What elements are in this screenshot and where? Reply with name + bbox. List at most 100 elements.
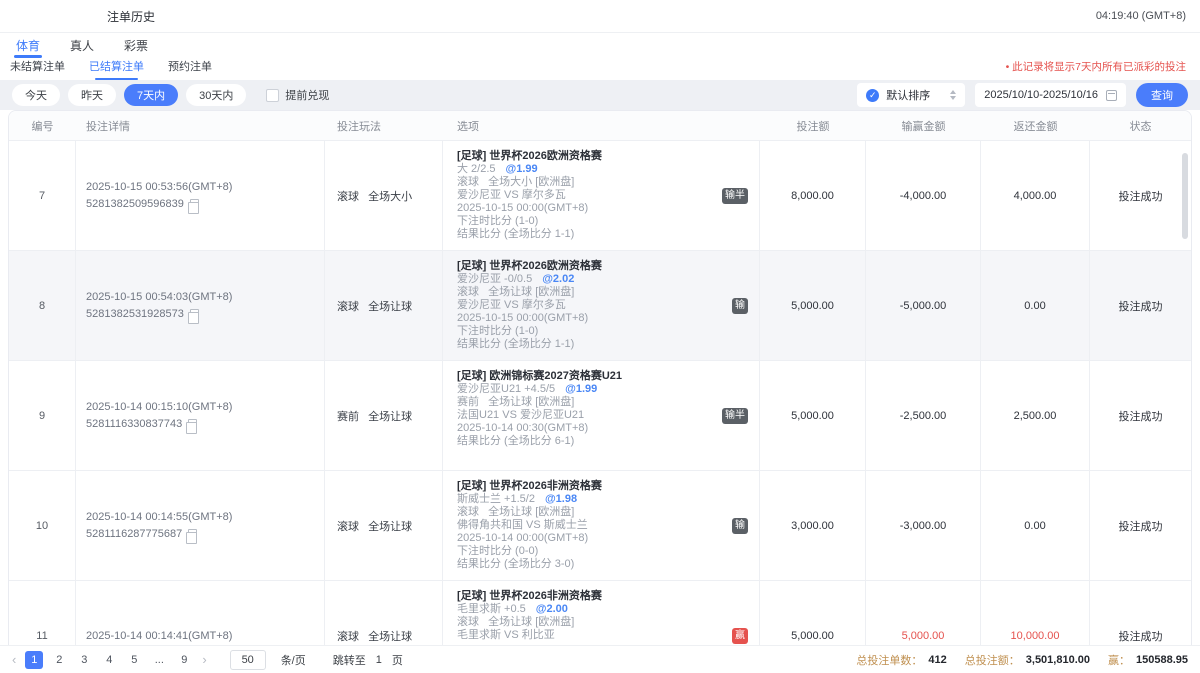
odds-value: @1.99 <box>506 163 538 175</box>
match-teams: 毛里求斯 VS 利比亚 <box>457 629 719 642</box>
league-name: [足球] 世界杯2026非洲资格赛 <box>457 480 719 493</box>
play-type: 滚球 全场让球 <box>325 251 443 360</box>
col-header-5: 投注额 <box>760 111 866 140</box>
result-badge: 输 <box>732 518 748 534</box>
score-at-bet: 下注时比分 (1-0) <box>457 325 719 338</box>
bet-time: 2025-10-15 00:53:56(GMT+8) <box>86 181 324 193</box>
pick-selection: 大 2/2.5 <box>457 163 496 175</box>
prev-page-icon[interactable]: ‹ <box>10 652 18 667</box>
play-type: 滚球 全场让球 <box>325 581 443 645</box>
page-list: 12345... 9 <box>25 651 193 669</box>
subtab-预约注单[interactable]: 预约注单 <box>168 58 212 80</box>
tab-体育[interactable]: 体育 <box>16 33 40 58</box>
refund-amount: 0.00 <box>981 251 1090 360</box>
option-cell: [足球] 世界杯2026非洲资格赛斯威士兰 +1.5/2 @1.98滚球 全场让球… <box>443 471 760 580</box>
range-pill-30天内[interactable]: 30天内 <box>186 84 246 106</box>
page-3[interactable]: 3 <box>75 651 93 669</box>
winloss-amount: -3,000.00 <box>866 471 981 580</box>
sort-dropdown[interactable]: ✓ 默认排序 <box>857 83 965 107</box>
bet-history-page: 注单历史 04:19:40 (GMT+8) 体育真人彩票 未结算注单已结算注单预… <box>0 0 1200 673</box>
bet-time: 2025-10-15 00:54:03(GMT+8) <box>86 291 324 303</box>
date-range-picker[interactable]: 2025/10/10-2025/10/16 <box>975 83 1126 107</box>
copy-icon[interactable] <box>190 309 199 319</box>
bet-status: 投注成功 <box>1090 471 1191 580</box>
pick-line: 爱沙尼亚U21 +4.5/5 @1.99 <box>457 383 719 396</box>
winloss-amount: -2,500.00 <box>866 361 981 470</box>
range-pill-7天内[interactable]: 7天内 <box>124 84 178 106</box>
bet-detail-cell: 2025-10-14 00:15:10(GMT+8)52811163308377… <box>76 361 325 470</box>
row-number: 7 <box>9 141 76 250</box>
league-name: [足球] 世界杯2026欧洲资格赛 <box>457 150 719 163</box>
page-1[interactable]: 1 <box>25 651 43 669</box>
early-cashout-checkbox[interactable]: 提前兑现 <box>266 87 329 103</box>
market-info: 滚球 全场让球 [欧洲盘] <box>457 286 719 299</box>
play-type: 赛前 全场让球 <box>325 361 443 470</box>
tab-真人[interactable]: 真人 <box>70 33 94 58</box>
jump-page-input[interactable]: 1 <box>376 654 382 666</box>
page-2[interactable]: 2 <box>50 651 68 669</box>
total-amount-value: 3,501,810.00 <box>1026 654 1090 666</box>
page-5[interactable]: 5 <box>125 651 143 669</box>
table-row: 102025-10-14 00:14:55(GMT+8)528111628777… <box>9 471 1191 581</box>
odds-value: @1.99 <box>565 383 597 395</box>
bet-status: 投注成功 <box>1090 141 1191 250</box>
check-circle-icon: ✓ <box>866 89 879 102</box>
bet-detail-cell: 2025-10-15 00:53:56(GMT+8)52813825095968… <box>76 141 325 250</box>
copy-icon[interactable] <box>188 529 197 539</box>
pick-line: 大 2/2.5 @1.99 <box>457 163 719 176</box>
col-header-7: 返还金额 <box>981 111 1090 140</box>
page-size-input[interactable]: 50 <box>230 650 266 670</box>
bet-status: 投注成功 <box>1090 361 1191 470</box>
score-result: 结果比分 (全场比分 3-0) <box>457 558 719 571</box>
market-info: 滚球 全场让球 [欧洲盘] <box>457 506 719 519</box>
table-row: 82025-10-15 00:54:03(GMT+8)5281382531928… <box>9 251 1191 361</box>
range-pill-昨天[interactable]: 昨天 <box>68 84 116 106</box>
bet-id: 5281116330837743 <box>86 418 182 430</box>
page-...[interactable]: ... <box>150 651 168 669</box>
win-label: 赢： <box>1108 652 1130 668</box>
pagination: ‹ 12345...9 › 50 条/页 跳转至 1 页 <box>10 650 403 670</box>
copy-icon[interactable] <box>188 419 197 429</box>
result-badge: 输半 <box>722 408 748 424</box>
subtab-未结算注单[interactable]: 未结算注单 <box>10 58 65 80</box>
col-header-4: 选项 <box>443 111 760 140</box>
odds-value: @1.98 <box>545 493 577 505</box>
page-4[interactable]: 4 <box>100 651 118 669</box>
bet-id: 5281116287775687 <box>86 528 182 540</box>
pick-selection: 爱沙尼亚 -0/0.5 <box>457 273 532 285</box>
page-9[interactable]: 9 <box>175 651 193 669</box>
pick-selection: 爱沙尼亚U21 +4.5/5 <box>457 383 555 395</box>
bet-status: 投注成功 <box>1090 251 1191 360</box>
pick-line: 毛里求斯 +0.5@2.00 <box>457 603 719 616</box>
search-button[interactable]: 查询 <box>1136 83 1188 107</box>
league-name: [足球] 欧洲锦标赛2027资格赛U21 <box>457 370 719 383</box>
bet-amount: 8,000.00 <box>760 141 866 250</box>
next-page-icon[interactable]: › <box>200 652 208 667</box>
bet-status: 投注成功 <box>1090 581 1191 645</box>
table-header: 编号投注详情投注玩法选项投注额输赢金额返还金额状态 <box>9 111 1191 141</box>
total-count-label: 总投注单数： <box>856 652 922 668</box>
pick-selection: 斯威士兰 +1.5/2 <box>457 493 535 505</box>
checkbox-label: 提前兑现 <box>285 87 329 103</box>
option-cell: [足球] 世界杯2026欧洲资格赛爱沙尼亚 -0/0.5@2.02滚球 全场让球… <box>443 251 760 360</box>
sort-label: 默认排序 <box>886 87 930 103</box>
col-header-6: 输赢金额 <box>866 111 981 140</box>
sub-tabs: 未结算注单已结算注单预约注单• 此记录将显示7天内所有已派彩的投注 <box>0 58 1200 80</box>
score-result: 结果比分 (全场比分 1-1) <box>457 228 719 241</box>
total-amount-label: 总投注额： <box>965 652 1020 668</box>
market-info: 赛前 全场让球 [欧洲盘] <box>457 396 719 409</box>
tab-彩票[interactable]: 彩票 <box>124 33 148 58</box>
result-badge: 输半 <box>722 188 748 204</box>
range-pill-今天[interactable]: 今天 <box>12 84 60 106</box>
copy-icon[interactable] <box>190 199 199 209</box>
score-result: 结果比分 (全场比分 6-1) <box>457 435 719 448</box>
bet-id-line: 5281116287775687 <box>86 528 324 540</box>
scrollbar-thumb[interactable] <box>1182 153 1188 239</box>
subtab-已结算注单[interactable]: 已结算注单 <box>89 58 144 80</box>
market-info: 滚球 全场大小 [欧洲盘] <box>457 176 719 189</box>
league-name: [足球] 世界杯2026非洲资格赛 <box>457 590 719 603</box>
winloss-amount: -5,000.00 <box>866 251 981 360</box>
option-cell: [足球] 世界杯2026非洲资格赛毛里求斯 +0.5@2.00滚球 全场让球 [… <box>443 581 760 645</box>
table-row: 92025-10-14 00:15:10(GMT+8)5281116330837… <box>9 361 1191 471</box>
checkbox-icon[interactable] <box>266 89 279 102</box>
